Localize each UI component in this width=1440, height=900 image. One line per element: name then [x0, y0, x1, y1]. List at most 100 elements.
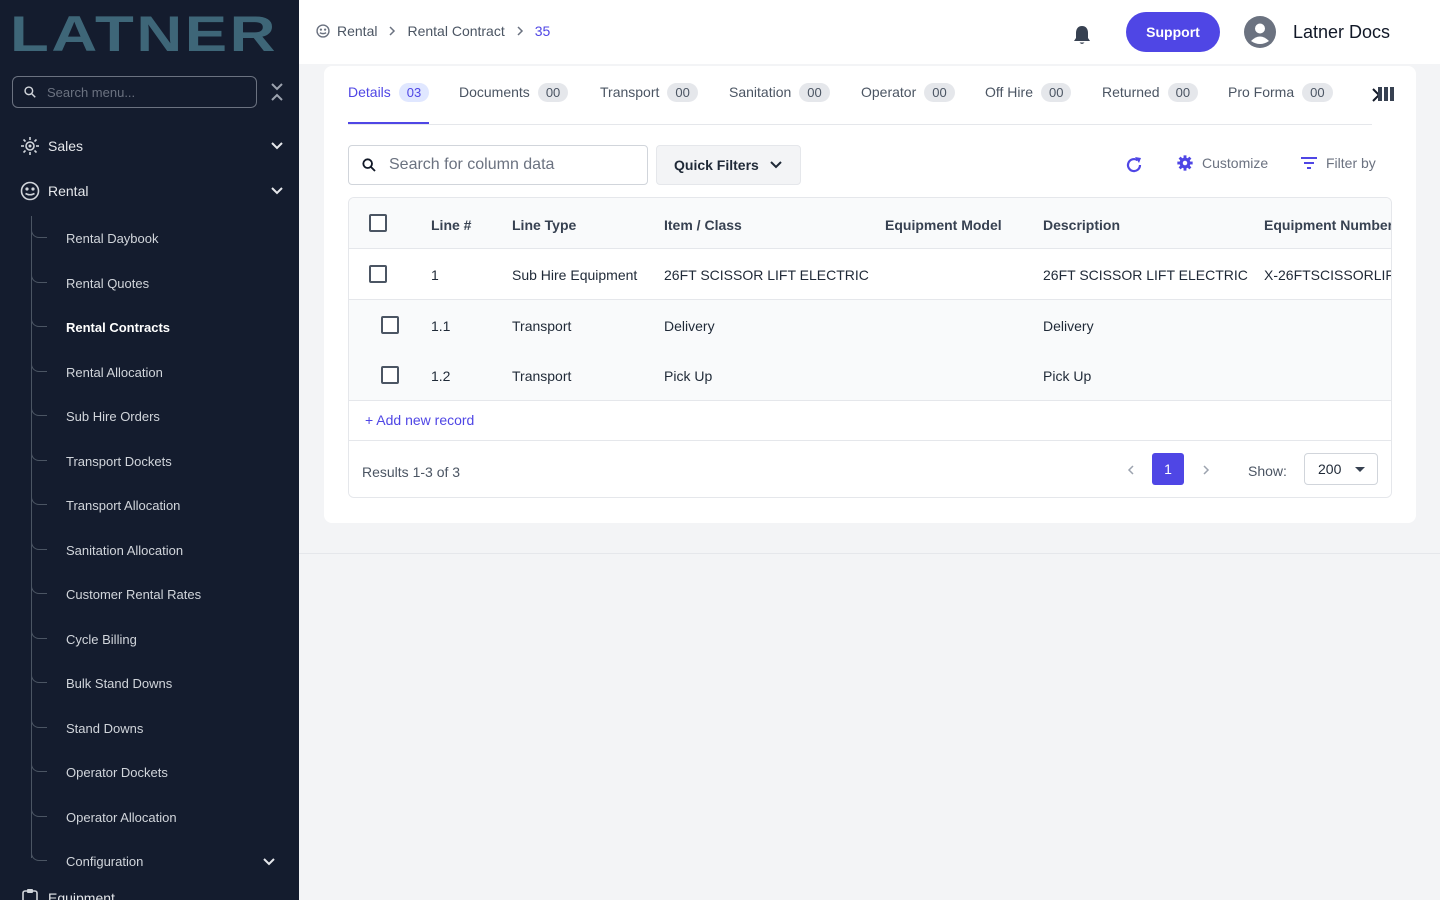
user-avatar-icon[interactable]	[1244, 16, 1276, 48]
table-row[interactable]: 1.1 Transport Delivery Delivery	[349, 300, 1391, 351]
tab-count-badge: 03	[398, 83, 430, 102]
cell-line-number: 1	[431, 267, 439, 283]
tree-branch	[31, 220, 47, 238]
sidebar-item-stand-downs[interactable]: Stand Downs	[31, 710, 299, 740]
contract-details-card: Details 03 Documents 00 Transport 00 Sanita…	[324, 66, 1416, 523]
tab-label: Returned	[1102, 84, 1160, 100]
sidebar-item-rental-daybook[interactable]: Rental Daybook	[31, 220, 299, 250]
cell-line-number: 1.1	[431, 318, 451, 334]
sidebar-item-rental-quotes[interactable]: Rental Quotes	[31, 265, 299, 295]
add-new-record-link[interactable]: + Add new record	[365, 412, 474, 428]
tree-branch	[31, 710, 47, 728]
support-button[interactable]: Support	[1126, 12, 1220, 52]
quick-filters-button[interactable]: Quick Filters	[656, 145, 801, 185]
sidebar-item-configuration[interactable]: Configuration	[31, 843, 299, 873]
tab-label: Details	[348, 84, 391, 100]
breadcrumb-item[interactable]: Rental	[337, 23, 377, 39]
tab-transport[interactable]: Transport 00	[600, 83, 698, 124]
tab-count-badge: 00	[537, 83, 569, 102]
page-size-select[interactable]: 200	[1304, 453, 1378, 485]
sidebar-item-operator-allocation[interactable]: Operator Allocation	[31, 799, 299, 829]
filter-by-button[interactable]: Filter by	[1300, 154, 1376, 172]
sidebar-item-sanitation-allocation[interactable]: Sanitation Allocation	[31, 532, 299, 562]
chevron-right-icon	[389, 26, 396, 36]
sidebar-item-transport-allocation[interactable]: Transport Allocation	[31, 487, 299, 517]
tree-branch	[31, 487, 47, 505]
sidebar-item-cycle-billing[interactable]: Cycle Billing	[31, 621, 299, 651]
cell-item-class: 26FT SCISSOR LIFT ELECTRIC	[664, 267, 869, 283]
filter-by-label: Filter by	[1326, 155, 1376, 171]
sidebar-item-sales[interactable]: Sales	[0, 126, 299, 166]
column-header-equipment-number[interactable]: Equipment Number	[1264, 217, 1391, 233]
tab-label: Off Hire	[985, 84, 1033, 100]
collapse-sidebar-icon[interactable]	[268, 82, 286, 102]
chevron-right-icon[interactable]	[1199, 463, 1213, 477]
tab-details[interactable]: Details 03	[348, 83, 430, 124]
chevron-right-icon	[517, 26, 523, 36]
filter-icon	[1301, 157, 1317, 169]
column-header-line-type[interactable]: Line Type	[512, 217, 576, 233]
column-header-description[interactable]: Description	[1043, 217, 1120, 233]
sidebar-item-rental[interactable]: Rental	[0, 171, 299, 211]
page-number-button[interactable]: 1	[1152, 453, 1184, 485]
tab-pro-forma[interactable]: Pro Forma 00	[1228, 83, 1333, 124]
tab-label: Documents	[459, 84, 530, 100]
customize-button[interactable]: Customize	[1176, 154, 1268, 172]
sidebar-item-equipment-label: Equipment	[48, 890, 115, 900]
column-header-line-number[interactable]: Line #	[431, 217, 471, 233]
row-checkbox[interactable]	[381, 366, 399, 384]
column-header-equipment-model[interactable]: Equipment Model	[885, 217, 1002, 233]
sidebar-item-customer-rental-rates[interactable]: Customer Rental Rates	[31, 576, 299, 606]
table-header: Line # Line Type Item / Class Equipment …	[349, 198, 1391, 249]
row-checkbox[interactable]	[369, 265, 387, 283]
breadcrumb-current: 35	[534, 23, 551, 39]
tree-branch	[31, 799, 47, 817]
table-row[interactable]: 1.2 Transport Pick Up Pick Up	[349, 350, 1391, 401]
sidebar-item-label: Operator Allocation	[66, 810, 177, 825]
user-name[interactable]: Latner Docs	[1293, 22, 1390, 43]
sidebar-item-label: Rental Contracts	[66, 320, 171, 335]
content-divider	[299, 553, 1440, 554]
sidebar-item-equipment[interactable]: Equipment	[0, 878, 299, 900]
breadcrumb-item[interactable]: Rental Contract	[407, 23, 504, 39]
tab-documents[interactable]: Documents 00	[459, 83, 569, 124]
tab-bar: Details 03 Documents 00 Transport 00 Sanita…	[348, 66, 1381, 125]
cell-description: Delivery	[1043, 318, 1094, 334]
tab-count-badge: 00	[667, 83, 698, 102]
tree-branch	[31, 576, 47, 594]
sidebar-item-operator-dockets[interactable]: Operator Dockets	[31, 754, 299, 784]
tab-count-badge: 00	[1040, 83, 1072, 102]
table-row[interactable]: 1 Sub Hire Equipment 26FT SCISSOR LIFT E…	[349, 249, 1392, 300]
bell-icon[interactable]	[1072, 24, 1092, 46]
cell-equipment-number: X-26FTSCISSORLIFT	[1264, 267, 1392, 283]
select-all-checkbox[interactable]	[369, 214, 387, 232]
tab-label: Pro Forma	[1228, 84, 1295, 100]
table-footer: Results 1-3 of 3 1 Show: 200	[349, 440, 1391, 497]
sidebar-item-rental-contracts[interactable]: Rental Contracts	[31, 309, 299, 339]
column-search-placeholder: Search for column data	[389, 156, 555, 173]
tab-off-hire[interactable]: Off Hire 00	[985, 83, 1072, 124]
tree-branch	[31, 843, 47, 861]
search-menu-input[interactable]: Search menu...	[12, 76, 257, 108]
tab-sanitation[interactable]: Sanitation 00	[729, 83, 830, 124]
cell-line-type: Transport	[512, 318, 572, 334]
sidebar-item-transport-dockets[interactable]: Transport Dockets	[31, 443, 299, 473]
cell-line-type: Sub Hire Equipment	[512, 267, 638, 283]
row-checkbox[interactable]	[381, 316, 399, 334]
sidebar-item-label: Operator Dockets	[66, 765, 168, 780]
tab-returned[interactable]: Returned 00	[1102, 83, 1199, 124]
sidebar-item-sub-hire-orders[interactable]: Sub Hire Orders	[31, 398, 299, 428]
tree-branch	[31, 354, 47, 372]
refresh-icon[interactable]	[1124, 155, 1144, 175]
tab-operator[interactable]: Operator 00	[861, 83, 955, 124]
sidebar-item-label: Rental Allocation	[66, 365, 163, 380]
sidebar-item-bulk-stand-downs[interactable]: Bulk Stand Downs	[31, 665, 299, 695]
column-header-item-class[interactable]: Item / Class	[664, 217, 742, 233]
sidebar-item-rental-allocation[interactable]: Rental Allocation	[31, 354, 299, 384]
latner-logo[interactable]: LATNER	[10, 12, 280, 54]
search-menu-placeholder: Search menu...	[47, 84, 136, 100]
columns-icon[interactable]	[1378, 87, 1394, 101]
chevron-left-icon[interactable]	[1124, 463, 1138, 477]
tree-branch	[31, 398, 47, 416]
column-search-input[interactable]: Search for column data	[348, 145, 648, 185]
